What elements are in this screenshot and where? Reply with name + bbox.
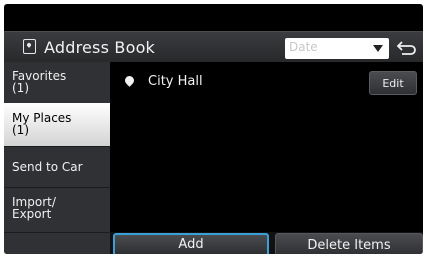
back-arrow-icon [396,41,416,55]
chevron-down-icon [373,45,383,52]
sidebar-item-send-to-car[interactable]: Send to Car [4,147,110,187]
action-bar: Add Delete Items [110,232,423,254]
places-list: City Hall Edit [110,62,423,232]
edit-button[interactable]: Edit [369,71,417,95]
sidebar: Favorites (1) My Places (1) Send to Car … [4,62,110,254]
sidebar-item-favorites[interactable]: Favorites (1) [4,62,110,102]
list-item[interactable]: City Hall Edit [110,70,423,98]
delete-items-button[interactable]: Delete Items [275,233,423,254]
location-pin-icon [123,74,136,87]
sidebar-item-count: (1) [12,123,29,137]
list-item-label: City Hall [148,74,203,89]
sidebar-item-import-export[interactable]: Import/ Export [4,188,110,232]
page-title: Address Book [44,38,156,57]
sort-dropdown[interactable]: Date [285,38,389,59]
sidebar-item-label: Send to Car [12,160,83,174]
address-book-icon [23,39,36,54]
title-bar: Address Book Date [4,31,423,63]
sidebar-item-my-places[interactable]: My Places (1) [4,103,110,146]
sidebar-divider [4,232,110,233]
app-window: Address Book Date Favorites (1) My Place… [4,4,423,254]
sort-selected-value: Date [289,40,318,54]
sidebar-item-count: (1) [12,81,29,95]
back-button[interactable] [393,36,420,60]
add-button[interactable]: Add [113,233,269,254]
sidebar-item-label-line2: Export [12,207,52,221]
